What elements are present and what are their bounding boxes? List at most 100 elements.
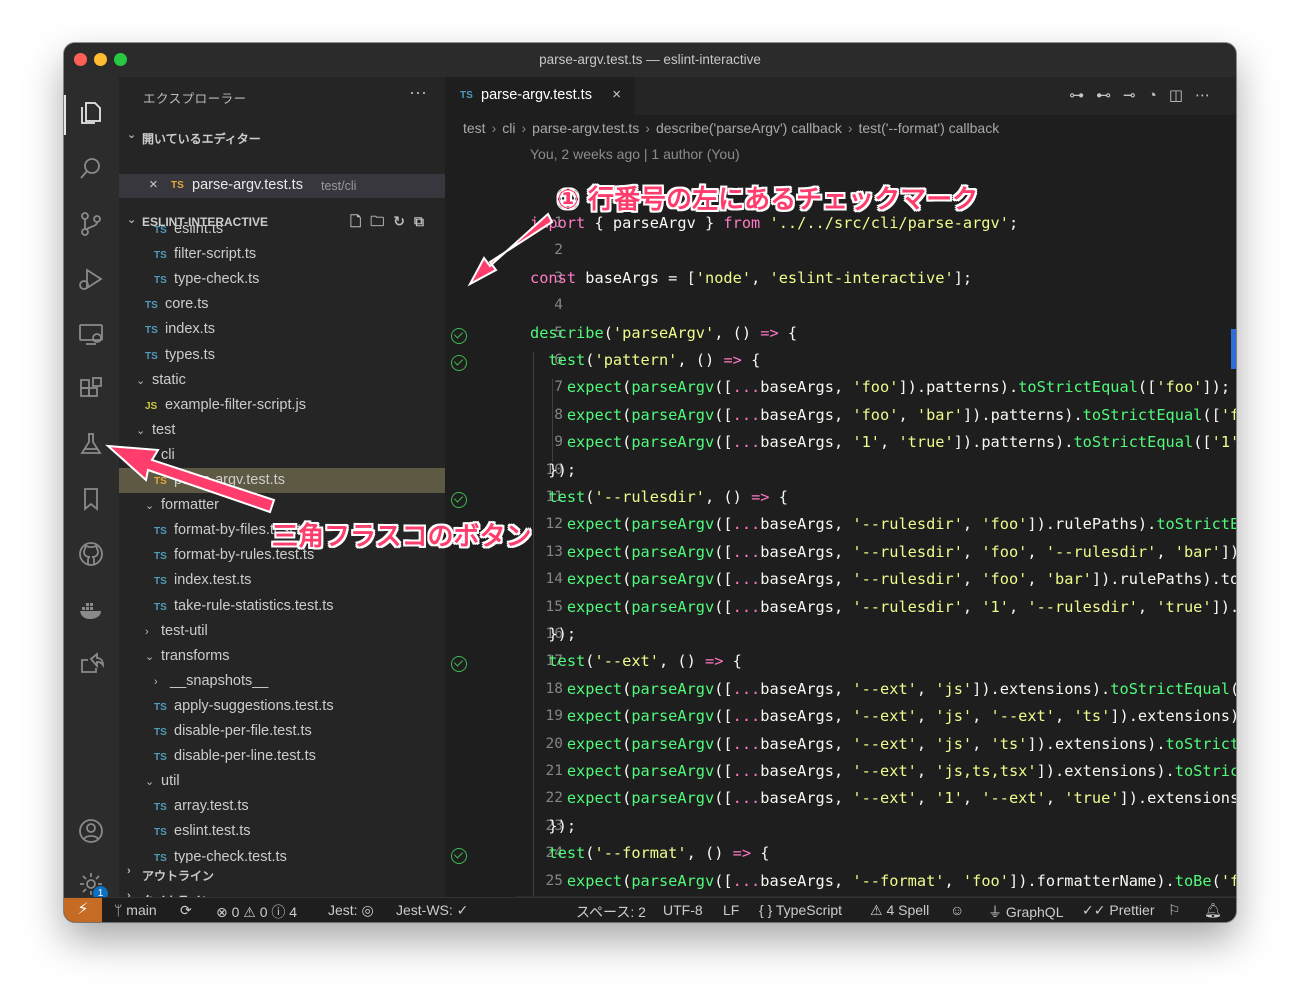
title-bar: parse-argv.test.ts — eslint-interactive (64, 43, 1236, 77)
tree-folder[interactable]: ⌄ cli (119, 443, 445, 468)
tree-file[interactable]: TS types.ts (119, 343, 445, 368)
tree-item-label: index.ts (165, 321, 215, 338)
tree-file[interactable]: TS index.test.ts (119, 568, 445, 593)
open-editor-item[interactable]: × TS parse-argv.test.ts test/cli (119, 174, 445, 198)
bookmarks-icon[interactable] (77, 485, 107, 515)
tree-folder[interactable]: ⌄ transforms (119, 644, 445, 669)
tree-file[interactable]: TS take-rule-statistics.test.ts (119, 594, 445, 619)
active-indicator (64, 95, 66, 135)
line-number: 4 (554, 297, 563, 314)
more-actions-icon[interactable]: ··· (409, 82, 427, 103)
settings-gear-icon[interactable]: 1 (77, 870, 108, 901)
eol-status[interactable]: LF (723, 902, 739, 918)
vscode-window: parse-argv.test.ts — eslint-interactive (64, 43, 1236, 922)
graphql-status[interactable]: ⏚ GraphQL (988, 902, 1063, 922)
explorer-icon[interactable] (77, 99, 107, 129)
code-line: const baseArgs = ['node', 'eslint-intera… (530, 268, 973, 287)
tree-file[interactable]: TS disable-per-line.test.ts (119, 744, 445, 769)
branch-name: main (126, 902, 157, 918)
prettier-status[interactable]: ✓✓ Prettier (1082, 902, 1154, 919)
branch-status[interactable]: ᛘ main (114, 902, 157, 918)
test-passed-check-icon[interactable] (451, 848, 467, 865)
typescript-file-icon: TS (154, 250, 167, 262)
feedback-icon[interactable]: ⚐ (1168, 902, 1181, 919)
javascript-file-icon: JS (145, 400, 158, 412)
test-passed-check-icon[interactable] (451, 492, 467, 508)
tree-item-label: disable-per-line.test.ts (174, 748, 316, 765)
remote-explorer-icon[interactable] (77, 320, 107, 350)
code-line: test('--format', () => { (548, 844, 770, 863)
testing-flask-icon[interactable] (77, 430, 107, 460)
window-title: parse-argv.test.ts — eslint-interactive (539, 52, 761, 67)
tree-file[interactable]: TS core.ts (119, 292, 445, 317)
notifications-icon[interactable]: 🔔︎ (1204, 902, 1222, 919)
open-editors-section[interactable]: ⌄ 開いているエディター (119, 126, 445, 148)
source-control-icon[interactable] (77, 210, 107, 240)
tree-file[interactable]: TS disable-per-file.test.ts (119, 719, 445, 744)
tree-item-label: formatter (161, 497, 220, 514)
tree-file[interactable]: TS array.test.ts (119, 794, 445, 819)
typescript-file-icon: TS (154, 526, 167, 538)
tree-folder[interactable]: › test-util (119, 619, 445, 644)
copilot-icon[interactable]: ☺ (950, 902, 964, 918)
language-status[interactable]: { } TypeScript (759, 902, 842, 918)
typescript-file-icon: TS (154, 551, 167, 563)
indent-status[interactable]: スペース: 2 (576, 902, 646, 922)
run-debug-icon[interactable] (77, 265, 107, 295)
docker-icon[interactable] (77, 595, 107, 625)
problems-status[interactable]: ⊗ 0 ⚠ 0 ⓘ 4 (216, 902, 297, 922)
jest-status[interactable]: Jest: ◎ (328, 902, 374, 919)
tree-folder[interactable]: ⌄ test (119, 418, 445, 443)
accounts-icon[interactable] (77, 817, 107, 847)
typescript-file-icon: TS (154, 225, 167, 236)
tree-file[interactable]: TS eslint.ts (119, 225, 445, 242)
github-icon[interactable] (77, 540, 107, 570)
sidebar-section-collapsed[interactable]: › アウトライン (119, 863, 445, 885)
tree-item-label: apply-suggestions.test.ts (174, 697, 334, 714)
jest-ws-status[interactable]: Jest-WS: ✓ (396, 902, 468, 919)
code-line: }); (530, 625, 577, 643)
typescript-file-icon: TS (171, 180, 184, 191)
live-share-icon[interactable] (77, 650, 107, 680)
tree-folder[interactable]: ⌄ util (119, 769, 445, 794)
tree-file[interactable]: TS filter-script.ts (119, 242, 445, 267)
tree-file[interactable]: TS type-check.ts (119, 267, 445, 292)
scrollbar-thumb[interactable] (1231, 329, 1236, 369)
remote-indicator[interactable]: ⚡ (64, 898, 102, 922)
sidebar-title: エクスプローラー (143, 92, 247, 106)
test-passed-check-icon[interactable] (451, 327, 467, 344)
tree-file[interactable]: TS apply-suggestions.test.ts (119, 694, 445, 719)
tree-item-label: core.ts (165, 296, 209, 313)
code-line: }); (530, 816, 577, 835)
tree-file[interactable]: TS type-check.test.ts (119, 845, 445, 864)
typescript-file-icon: TS (154, 827, 167, 839)
chevron-right-icon: › (127, 865, 131, 877)
close-icon[interactable]: × (149, 176, 158, 193)
code-line: expect(parseArgv([...baseArgs, '1', 'tru… (566, 433, 1236, 452)
typescript-file-icon: TS (145, 325, 158, 337)
test-passed-check-icon[interactable] (451, 656, 467, 673)
spell-status[interactable]: ⚠ 4 Spell (870, 902, 929, 919)
graphql-label: GraphQL (1005, 904, 1064, 920)
tree-folder[interactable]: › __snapshots__ (119, 669, 445, 694)
test-passed-check-icon[interactable] (451, 355, 467, 371)
typescript-file-icon: TS (154, 576, 167, 588)
tree-item-label: types.ts (165, 346, 215, 363)
extensions-icon[interactable] (77, 375, 107, 405)
tree-item-label: type-check.ts (174, 271, 260, 288)
tree-folder[interactable]: ⌄ static (119, 368, 445, 393)
typescript-file-icon: TS (154, 802, 167, 814)
code-line: expect(parseArgv([...baseArgs, '--rulesd… (566, 542, 1236, 561)
tree-file[interactable]: JS example-filter-script.js (119, 393, 445, 418)
activity-bar: 1 (64, 77, 119, 901)
encoding-status[interactable]: UTF-8 (663, 902, 703, 918)
tree-file[interactable]: TS eslint.test.ts (119, 819, 445, 844)
tree-file[interactable]: TS parse-argv.test.ts (119, 468, 445, 493)
tree-folder[interactable]: ⌄ formatter (119, 493, 445, 518)
tree-item-label: filter-script.ts (174, 246, 257, 263)
search-icon[interactable] (77, 155, 107, 185)
tree-file[interactable]: TS index.ts (119, 317, 445, 342)
typescript-file-icon: TS (154, 275, 167, 287)
status-bar: ⚡ ᛘ main ⟳ ⊗ 0 ⚠ 0 ⓘ 4 Jest: ◎ Jest-WS: … (64, 897, 1236, 922)
sync-icon[interactable]: ⟳ (180, 902, 192, 919)
